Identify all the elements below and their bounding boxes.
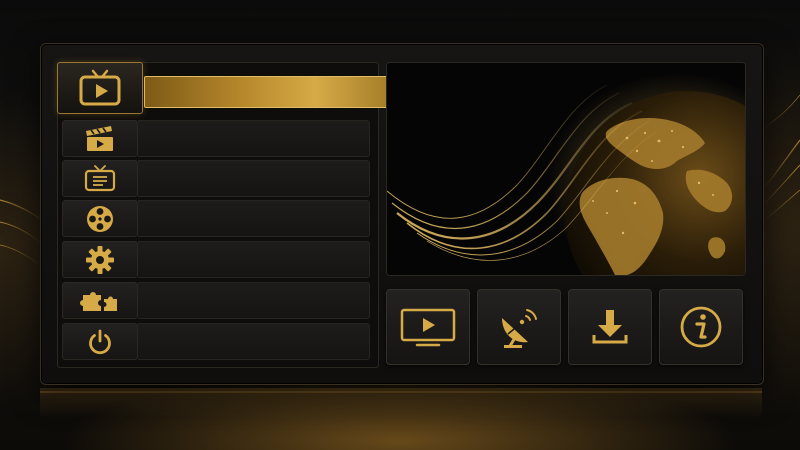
tile-satellite[interactable] [477,289,561,365]
menu-item-icon-box [57,62,143,114]
retro-tv-icon [79,69,121,106]
tile-download[interactable] [568,289,652,365]
menu-item-icon-box [62,160,138,197]
menu-item-tv-guide[interactable] [62,160,370,197]
menu-item-icon-box [62,120,138,157]
menu-item-media[interactable] [62,200,370,237]
tile-live-tv[interactable] [386,289,470,365]
film-reel-icon [87,205,113,232]
info-icon [680,306,722,348]
clapperboard-icon [86,125,113,151]
menu-item-icon-box [62,241,138,278]
gear-icon [86,245,114,274]
menu-item-label [138,160,370,197]
monitor-play-icon [400,308,456,347]
tv-guide-icon [84,164,116,191]
preview-image [386,62,746,276]
menu-item-label [138,120,370,157]
menu-item-label [138,282,370,319]
download-icon [592,310,628,344]
menu-item-icon-box [62,323,138,360]
menu-item-live-tv[interactable] [57,62,430,114]
menu-item-label [138,200,370,237]
menu-item-addons[interactable] [62,282,370,319]
puzzle-icon [80,291,117,311]
panel-reflection [40,388,762,418]
menu-item-icon-box [62,282,138,319]
globe-illustration [387,63,745,275]
satellite-dish-icon [502,309,537,348]
power-icon [89,329,111,354]
menu-item-settings[interactable] [62,241,370,278]
menu-item-power[interactable] [62,323,370,360]
menu-item-label [138,323,370,360]
menu-item-icon-box [62,200,138,237]
tile-info[interactable] [659,289,743,365]
menu-item-movies[interactable] [62,120,370,157]
menu-item-label [138,241,370,278]
